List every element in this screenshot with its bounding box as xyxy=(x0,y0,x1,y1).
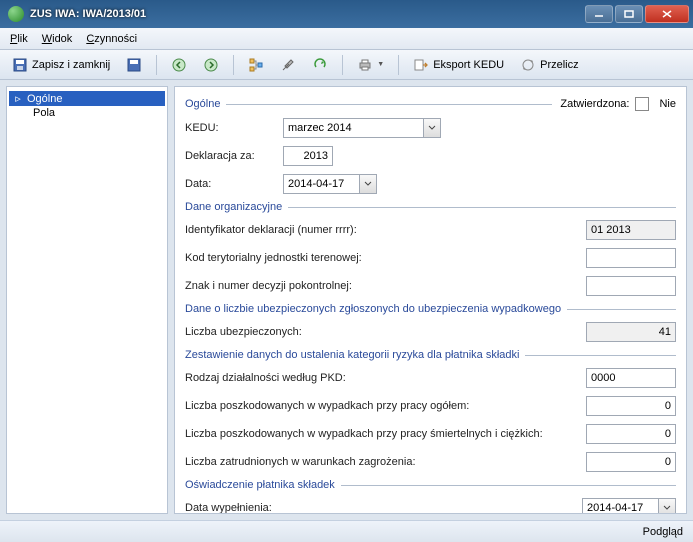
close-button[interactable] xyxy=(645,5,689,23)
tree-label-ogolne: Ogólne xyxy=(27,93,62,105)
liczba-ubezp-input[interactable]: 41 xyxy=(586,322,676,342)
zagr-label: Liczba zatrudnionych w warunkach zagroże… xyxy=(185,456,565,468)
znak-input[interactable] xyxy=(586,276,676,296)
ident-label: Identyfikator deklaracji (numer rrrr): xyxy=(185,224,505,236)
save-close-label: Zapisz i zamknij xyxy=(32,59,110,71)
app-icon xyxy=(8,6,24,22)
form-panel: Ogólne Zatwierdzona: Nie KEDU: marzec 20… xyxy=(174,86,687,514)
group-ogolne: Ogólne Zatwierdzona: Nie xyxy=(185,97,676,111)
tree-item-pola[interactable]: Pola xyxy=(9,106,165,120)
deklaracja-label: Deklaracja za: xyxy=(185,150,283,162)
floppy-small-icon xyxy=(126,57,142,73)
nav-fwd-button[interactable] xyxy=(197,53,225,77)
nav-tree: ▹ Ogólne Pola xyxy=(6,86,168,514)
minimize-button[interactable] xyxy=(585,5,613,23)
tool1-button[interactable] xyxy=(242,53,270,77)
floppy-icon xyxy=(12,57,28,73)
menubar: Plik Widok Czynności xyxy=(0,28,693,50)
dropdown-icon xyxy=(423,118,441,138)
przelicz-button[interactable]: Przelicz xyxy=(514,53,585,77)
chevron-right-icon: ▹ xyxy=(13,92,23,105)
toolbar: Zapisz i zamknij ▼ Eksport KEDU Przelicz xyxy=(0,50,693,80)
window-title: ZUS IWA: IWA/2013/01 xyxy=(30,8,583,20)
dropdown-icon xyxy=(658,498,676,514)
group-ubezp: Dane o liczbie ubezpieczonych zgłoszonyc… xyxy=(185,303,676,315)
statusbar: Podgląd xyxy=(0,520,693,542)
zatwierdzona-value: Nie xyxy=(659,98,676,110)
zatwierdzona-checkbox[interactable] xyxy=(635,97,649,111)
kedu-label: KEDU: xyxy=(185,122,283,134)
kedu-combo[interactable]: marzec 2014 xyxy=(283,118,441,138)
titlebar: ZUS IWA: IWA/2013/01 xyxy=(0,0,693,28)
data-combo[interactable]: 2014-04-17 xyxy=(283,174,377,194)
poszk-og-label: Liczba poszkodowanych w wypadkach przy p… xyxy=(185,400,565,412)
data-label: Data: xyxy=(185,178,283,190)
group-org: Dane organizacyjne xyxy=(185,201,676,213)
deklaracja-input[interactable]: 2013 xyxy=(283,146,333,166)
tool3-button[interactable] xyxy=(306,53,334,77)
export-kedu-button[interactable]: Eksport KEDU xyxy=(407,53,510,77)
ident-input[interactable]: 01 2013 xyxy=(586,220,676,240)
save-button[interactable] xyxy=(120,53,148,77)
arrow-left-icon xyxy=(171,57,187,73)
tools-icon xyxy=(280,57,296,73)
print-button[interactable]: ▼ xyxy=(351,53,390,77)
pkd-label: Rodzaj działalności według PKD: xyxy=(185,372,505,384)
nav-back-button[interactable] xyxy=(165,53,193,77)
poszk-og-input[interactable]: 0 xyxy=(586,396,676,416)
tree-item-ogolne[interactable]: ▹ Ogólne xyxy=(9,91,165,106)
przelicz-label: Przelicz xyxy=(540,59,579,71)
data-wyp-combo[interactable]: 2014-04-17 xyxy=(582,498,676,514)
status-podglad[interactable]: Podgląd xyxy=(643,526,683,538)
export-kedu-label: Eksport KEDU xyxy=(433,59,504,71)
poszk-sc-label: Liczba poszkodowanych w wypadkach przy p… xyxy=(185,428,565,440)
dropdown-icon xyxy=(359,174,377,194)
zagr-input[interactable]: 0 xyxy=(586,452,676,472)
arrow-right-icon xyxy=(203,57,219,73)
dropdown-arrow-icon: ▼ xyxy=(377,61,384,68)
recycle-icon xyxy=(312,57,328,73)
tree-label-pola: Pola xyxy=(33,107,55,119)
save-close-button[interactable]: Zapisz i zamknij xyxy=(6,53,116,77)
group-zest: Zestawienie danych do ustalenia kategori… xyxy=(185,349,676,361)
tree-icon xyxy=(248,57,264,73)
group-osw: Oświadczenie płatnika składek xyxy=(185,479,676,491)
data-wyp-label: Data wypełnienia: xyxy=(185,502,505,514)
liczba-ubezp-label: Liczba ubezpieczonych: xyxy=(185,326,505,338)
printer-icon xyxy=(357,57,373,73)
tool2-button[interactable] xyxy=(274,53,302,77)
export-icon xyxy=(413,57,429,73)
pkd-input[interactable]: 0000 xyxy=(586,368,676,388)
menu-plik[interactable]: Plik xyxy=(10,33,28,45)
kod-label: Kod terytorialny jednostki terenowej: xyxy=(185,252,505,264)
menu-czynnosci[interactable]: Czynności xyxy=(86,33,137,45)
recalc-icon xyxy=(520,57,536,73)
zatwierdzona-label: Zatwierdzona: xyxy=(560,98,629,110)
kod-input[interactable] xyxy=(586,248,676,268)
poszk-sc-input[interactable]: 0 xyxy=(586,424,676,444)
menu-widok[interactable]: Widok xyxy=(42,33,73,45)
maximize-button[interactable] xyxy=(615,5,643,23)
znak-label: Znak i numer decyzji pokontrolnej: xyxy=(185,280,505,292)
